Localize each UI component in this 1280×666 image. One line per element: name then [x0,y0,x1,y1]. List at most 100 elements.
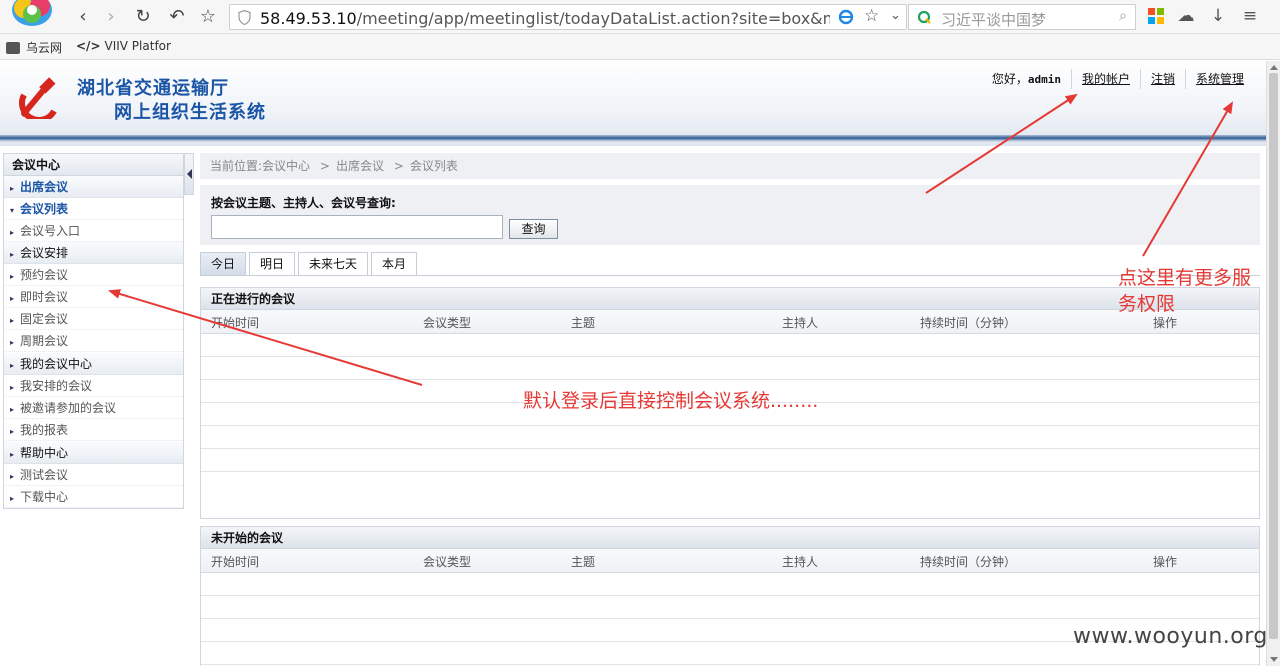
bookmark-viiv[interactable]: </> VIIV Platfor [76,39,171,53]
caret-right-icon: ▸ [10,405,15,414]
annotation-note-left: 默认登录后直接控制会议系统........ [523,390,819,412]
forward-icon[interactable]: › [100,6,122,28]
party-emblem-icon [19,77,57,119]
caret-down-icon: ▾ [10,206,15,215]
shield-icon [238,10,251,25]
sidebar-group-arrange[interactable]: ▸ 会议安排 [4,242,183,264]
sidebar-item-my-arranged[interactable]: ▸ 我安排的会议 [4,375,183,397]
scroll-thumb[interactable] [1269,73,1278,639]
sidebar: 会议中心 ▸ 出席会议 ▾ 会议列表 ▸ 会议号入口 ▸ 会议安排 ▸ 预约会议 ▸ 即时会… [3,153,184,509]
col-meeting-type: 会议类型 [423,316,472,330]
collapse-arrow-icon [187,169,192,179]
query-button[interactable]: 查询 [509,219,558,239]
cloud-icon[interactable]: ☁ [1176,6,1196,26]
undo-icon[interactable]: ↶ [166,6,188,28]
sidebar-item-test-meeting[interactable]: ▸ 测试会议 [4,464,183,486]
breadcrumb-item[interactable]: 出席会议 [336,159,384,173]
col-meeting-type: 会议类型 [423,555,472,569]
sidebar-item-periodic-meeting[interactable]: ▸ 周期会议 [4,330,183,352]
table-row [201,596,1259,619]
header-divider [0,135,1266,143]
upcoming-meetings-title: 未开始的会议 [201,527,1259,549]
col-duration: 持续时间（分钟） [920,555,1017,569]
sidebar-group-help[interactable]: ▸ 帮助中心 [4,442,183,464]
sidebar-item-fixed-meeting[interactable]: ▸ 固定会议 [4,308,183,330]
scroll-down-icon[interactable] [1270,657,1278,662]
bookmarks-bar: 乌云网 </> VIIV Platfor [0,34,1280,60]
browser-search-bar[interactable]: 习近平谈中国梦 ⌕ [908,4,1136,30]
download-icon[interactable]: ↓ [1208,6,1228,26]
sidebar-item-invited[interactable]: ▸ 被邀请参加的会议 [4,397,183,419]
table-row [201,426,1259,449]
chevron-right-icon: ▸ [10,450,15,459]
col-start-time: 开始时间 [211,316,260,330]
greeting: 您好，admin [991,72,1061,86]
table-row [201,334,1259,357]
search-label: 按会议主题、主持人、会议号查询: [211,196,396,210]
table-header: 开始时间 会议类型 主题 主持人 持续时间（分钟） 操作 [201,549,1259,573]
username: admin [1027,73,1061,86]
browser-logo-icon [12,0,52,26]
system-admin-link[interactable]: 系统管理 [1184,69,1254,89]
tabs-underline [200,275,1260,276]
breadcrumb-item[interactable]: 会议中心 [262,159,310,173]
chevron-down-icon[interactable]: ⌄ [890,8,901,23]
annotation-note-right: 点这里有更多服务权限 [1118,267,1252,315]
favorite-star-icon[interactable]: ☆ [197,6,219,28]
col-host: 主持人 [782,555,819,569]
site-title-line2: 网上组织生活系统 [114,102,266,123]
search-placeholder: 习近平谈中国梦 [941,11,1047,29]
page-scrollbar[interactable] [1266,61,1280,666]
bookmark-favicon-icon [6,42,20,54]
menu-icon[interactable]: ≡ [1240,6,1260,26]
logout-link[interactable]: 注销 [1139,69,1185,89]
ie-icon[interactable] [838,9,854,25]
date-tabs: 今日 明日 未来七天 本月 [200,252,420,276]
search-input[interactable] [211,215,503,239]
sidebar-item-download[interactable]: ▸ 下载中心 [4,486,183,508]
apps-grid-icon[interactable] [1146,6,1166,26]
my-account-link[interactable]: 我的帐户 [1070,69,1140,89]
search-icon[interactable]: ⌕ [1119,8,1127,24]
chevron-right-icon: ▸ [10,184,15,193]
sidebar-group-my-center[interactable]: ▸ 我的会议中心 [4,353,183,375]
watermark: www.wooyun.org [1073,624,1268,649]
caret-right-icon: ▸ [10,294,15,303]
sidebar-item-my-reports[interactable]: ▸ 我的报表 [4,419,183,441]
col-actions: 操作 [1153,555,1178,569]
user-bar: 您好，admin 我的帐户 注销 系统管理 [982,69,1254,89]
table-row [201,472,1259,495]
table-row [201,573,1259,596]
code-icon: </> [76,39,101,53]
scroll-up-icon[interactable] [1270,65,1278,70]
sidebar-title: 会议中心 [4,154,183,176]
reload-icon[interactable]: ↻ [132,6,154,28]
sidebar-item-meeting-list[interactable]: ▾ 会议列表 [4,198,183,220]
bookmark-wooyun[interactable]: 乌云网 [6,39,62,56]
tab-next-seven-days[interactable]: 未来七天 [298,252,369,276]
tab-this-month[interactable]: 本月 [371,252,418,276]
sidebar-item-meeting-number[interactable]: ▸ 会议号入口 [4,220,183,242]
address-bar[interactable]: 58.49.53.10/meeting/app/meetinglist/toda… [229,4,907,30]
caret-right-icon: ▸ [10,228,15,237]
table-row [201,449,1259,472]
caret-right-icon: ▸ [10,472,15,481]
sidebar-collapse-button[interactable] [184,153,194,195]
caret-right-icon: ▸ [10,383,15,392]
bookmark-star-icon[interactable]: ☆ [864,6,879,26]
col-subject: 主题 [571,555,596,569]
caret-right-icon: ▸ [10,494,15,503]
sidebar-group-attend[interactable]: ▸ 出席会议 [4,176,183,198]
url-text[interactable]: 58.49.53.10/meeting/app/meetinglist/toda… [260,9,830,28]
tab-today[interactable]: 今日 [200,252,247,276]
ongoing-meetings-title: 正在进行的会议 [201,288,1259,310]
tab-tomorrow[interactable]: 明日 [249,252,296,276]
sidebar-item-instant-meeting[interactable]: ▸ 即时会议 [4,286,183,308]
breadcrumb-item: 会议列表 [409,159,458,173]
search-engine-icon [917,10,931,24]
caret-right-icon: ▸ [10,272,15,281]
col-start-time: 开始时间 [211,555,260,569]
back-icon[interactable]: ‹ [72,6,94,28]
sidebar-item-book-meeting[interactable]: ▸ 预约会议 [4,264,183,286]
table-header: 开始时间 会议类型 主题 主持人 持续时间（分钟） 操作 [201,310,1259,334]
